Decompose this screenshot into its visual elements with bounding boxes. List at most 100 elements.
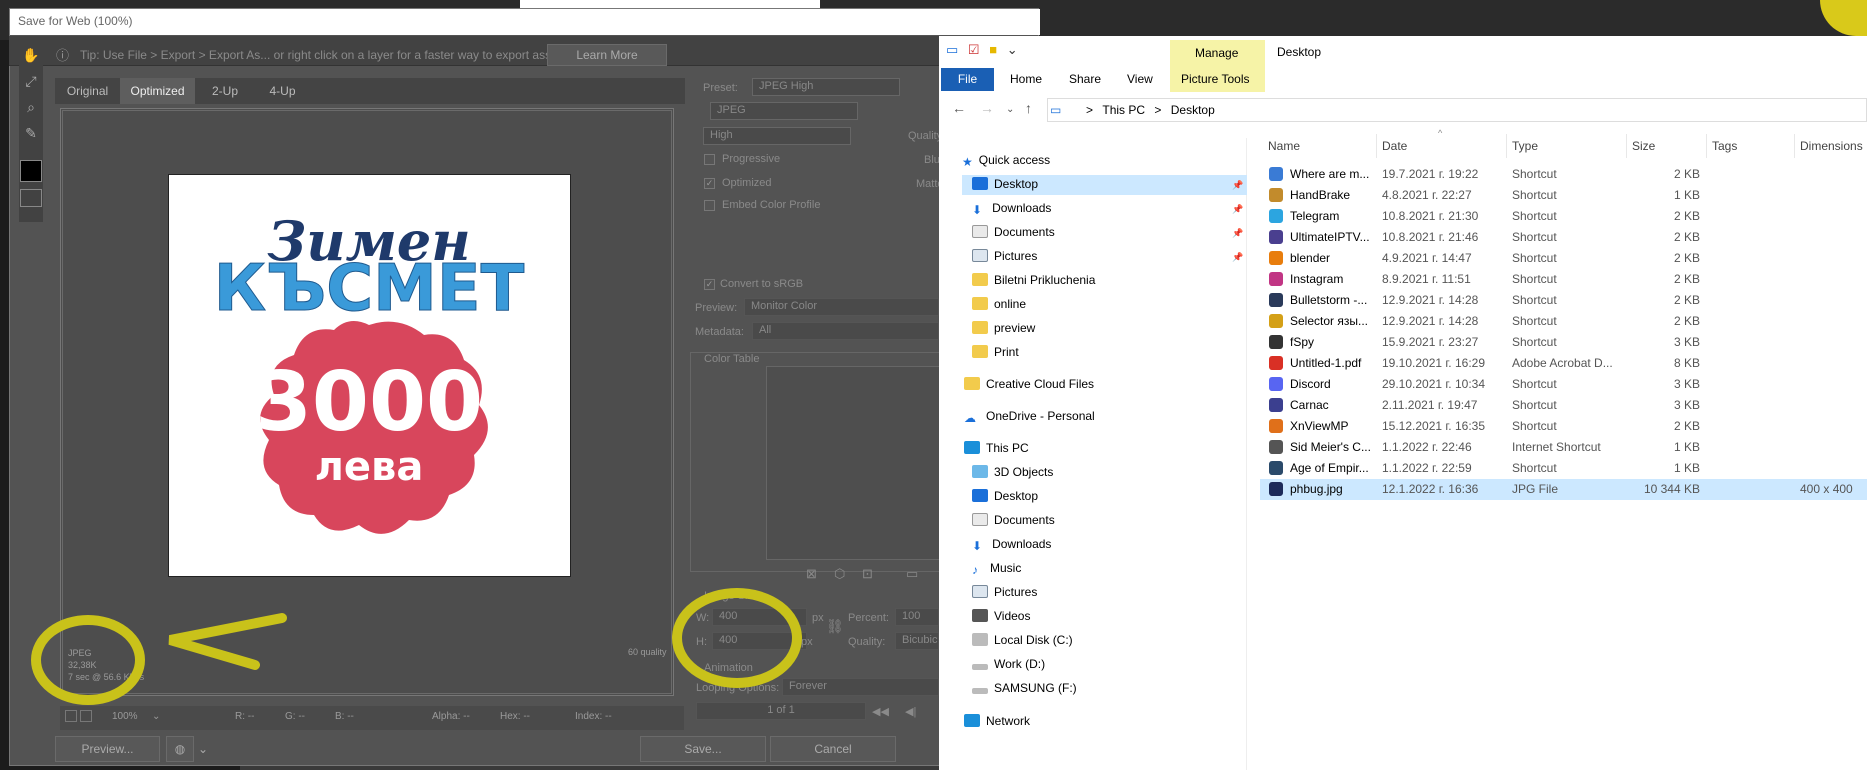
- up-arrow-icon[interactable]: ↑: [1025, 100, 1032, 116]
- nav-this-pc[interactable]: This PC: [964, 441, 1029, 455]
- browser-select-icon[interactable]: ◍: [166, 736, 194, 762]
- column-date[interactable]: Date: [1382, 139, 1407, 153]
- table-row[interactable]: Selector язы... 12.9.2021 г. 14:28 Shortcu…: [1260, 311, 1867, 332]
- nav-quick-access[interactable]: ★ Quick access: [962, 153, 1050, 169]
- table-row[interactable]: Where are m... 19.7.2021 г. 19:22 Shortcut…: [1260, 164, 1867, 185]
- height-input[interactable]: 400: [712, 632, 807, 650]
- zoom-in-icon[interactable]: [80, 710, 92, 722]
- table-row[interactable]: Age of Empir... 1.1.2022 г. 22:59 Shortcut…: [1260, 458, 1867, 479]
- nav-pc-desktop[interactable]: Desktop: [972, 489, 1038, 503]
- nav-samsung-drive[interactable]: SAMSUNG (F:): [972, 681, 1077, 695]
- percent-input[interactable]: 100: [895, 608, 939, 626]
- nav-downloads[interactable]: ⬇ Downloads: [972, 201, 1051, 217]
- preview-button[interactable]: Preview...: [55, 736, 160, 762]
- convert-srgb-checkbox[interactable]: ✓: [704, 279, 715, 290]
- prev-frame-icon[interactable]: ◀|: [905, 705, 916, 718]
- nav-work-drive[interactable]: Work (D:): [972, 657, 1045, 671]
- toggle-slices-icon[interactable]: [20, 189, 42, 207]
- nav-videos[interactable]: Videos: [972, 609, 1030, 623]
- tab-picture-tools[interactable]: Picture Tools: [1181, 72, 1249, 86]
- customize-toolbar-icon[interactable]: ⌄: [1007, 42, 1018, 57]
- tab-2up[interactable]: 2-Up: [195, 78, 255, 104]
- cancel-button[interactable]: Cancel: [770, 736, 896, 762]
- column-divider[interactable]: [1706, 134, 1707, 158]
- tab-file[interactable]: File: [941, 68, 994, 91]
- tab-optimized[interactable]: Optimized: [120, 78, 195, 104]
- nav-print[interactable]: Print: [972, 345, 1019, 359]
- pin-icon[interactable]: 📌: [1232, 228, 1243, 239]
- address-desktop[interactable]: Desktop: [1171, 103, 1215, 117]
- nav-pc-pictures[interactable]: Pictures: [972, 585, 1037, 599]
- address-path[interactable]: > This PC > Desktop: [1086, 103, 1215, 117]
- table-row[interactable]: Instagram 8.9.2021 г. 11:51 Shortcut 2 KB: [1260, 269, 1867, 290]
- quality-level-select[interactable]: High: [703, 127, 851, 145]
- nav-3d-objects[interactable]: 3D Objects: [972, 465, 1053, 479]
- new-color-icon[interactable]: ▭: [906, 566, 918, 582]
- column-type[interactable]: Type: [1512, 139, 1538, 153]
- table-row[interactable]: Untitled-1.pdf 19.10.2021 г. 16:29 Adobe A…: [1260, 353, 1867, 374]
- column-dimensions[interactable]: Dimensions: [1800, 139, 1863, 153]
- table-row[interactable]: Carnac 2.11.2021 г. 19:47 Shortcut 3 KB: [1260, 395, 1867, 416]
- nav-online[interactable]: online: [972, 297, 1026, 311]
- table-row[interactable]: UltimateIPTV... 10.8.2021 г. 21:46 Shortcu…: [1260, 227, 1867, 248]
- nav-creative-cloud[interactable]: Creative Cloud Files: [964, 377, 1094, 391]
- hand-tool-icon[interactable]: ✋: [22, 46, 40, 64]
- tab-original[interactable]: Original: [55, 78, 120, 104]
- format-select[interactable]: JPEG: [710, 102, 858, 120]
- new-folder-icon[interactable]: ■: [989, 42, 997, 57]
- nav-onedrive[interactable]: ☁ OneDrive - Personal: [964, 409, 1095, 425]
- nav-network[interactable]: Network: [964, 714, 1030, 728]
- first-frame-icon[interactable]: ◀◀: [872, 705, 889, 718]
- metadata-select[interactable]: All: [752, 322, 939, 340]
- pin-icon[interactable]: 📌: [1232, 252, 1243, 263]
- preset-select[interactable]: JPEG High: [752, 78, 900, 96]
- column-name[interactable]: Name: [1268, 139, 1300, 153]
- looping-select[interactable]: Forever: [782, 678, 939, 696]
- eyedropper-color-swatch[interactable]: [20, 160, 42, 182]
- eyedropper-tool-icon[interactable]: ✎: [22, 124, 40, 142]
- slice-select-tool-icon[interactable]: ⤢: [22, 72, 40, 90]
- progressive-checkbox[interactable]: [704, 154, 715, 165]
- table-row[interactable]: Discord 29.10.2021 г. 10:34 Shortcut 3 KB: [1260, 374, 1867, 395]
- table-row[interactable]: blender 4.9.2021 г. 14:47 Shortcut 2 KB: [1260, 248, 1867, 269]
- learn-more-button[interactable]: Learn More: [547, 44, 667, 66]
- recent-locations-icon[interactable]: ⌄: [1006, 104, 1014, 115]
- nav-preview[interactable]: preview: [972, 321, 1035, 335]
- nav-pc-downloads[interactable]: ⬇ Downloads: [972, 537, 1051, 553]
- nav-desktop[interactable]: Desktop: [972, 177, 1038, 191]
- table-row[interactable]: XnViewMP 15.12.2021 г. 16:35 Shortcut 2 KB: [1260, 416, 1867, 437]
- zoom-level[interactable]: 100%: [112, 711, 138, 722]
- zoom-dropdown-icon[interactable]: ⌄: [152, 711, 160, 722]
- column-size[interactable]: Size: [1632, 139, 1655, 153]
- pin-icon[interactable]: 📌: [1232, 204, 1243, 215]
- table-row[interactable]: phbug.jpg 12.1.2022 г. 16:36 JPG File 10 34…: [1260, 479, 1867, 500]
- table-row[interactable]: Telegram 10.8.2021 г. 21:30 Shortcut 2 KB: [1260, 206, 1867, 227]
- pin-icon[interactable]: 📌: [1232, 180, 1243, 191]
- link-proportions-icon[interactable]: ⛓: [826, 618, 844, 635]
- optimized-checkbox[interactable]: ✓: [704, 178, 715, 189]
- column-divider[interactable]: [1376, 134, 1377, 158]
- table-row[interactable]: fSpy 15.9.2021 г. 23:27 Shortcut 3 KB: [1260, 332, 1867, 353]
- embed-profile-checkbox[interactable]: [704, 200, 715, 211]
- nav-documents[interactable]: Documents: [972, 225, 1055, 239]
- column-divider[interactable]: [1794, 134, 1795, 158]
- forward-arrow-icon[interactable]: →: [980, 100, 994, 116]
- width-input[interactable]: 400: [712, 608, 807, 626]
- column-divider[interactable]: [1626, 134, 1627, 158]
- web-shift-icon[interactable]: ⬡: [834, 566, 845, 582]
- column-divider[interactable]: [1506, 134, 1507, 158]
- column-tags[interactable]: Tags: [1712, 139, 1737, 153]
- tab-share[interactable]: Share: [1069, 72, 1101, 86]
- lock-color-icon[interactable]: ⊡: [862, 566, 873, 582]
- map-color-icon[interactable]: ⊠: [806, 566, 817, 582]
- nav-music[interactable]: ♪ Music: [972, 561, 1021, 577]
- table-row[interactable]: Sid Meier's C... 1.1.2022 г. 22:46 Interne…: [1260, 437, 1867, 458]
- resample-quality-select[interactable]: Bicubic: [895, 632, 939, 650]
- properties-icon[interactable]: ☑: [968, 42, 980, 57]
- zoom-out-icon[interactable]: [65, 710, 77, 722]
- table-row[interactable]: Bulletstorm -... 12.9.2021 г. 14:28 Shortc…: [1260, 290, 1867, 311]
- tab-manage[interactable]: Manage: [1195, 46, 1238, 60]
- tab-4up[interactable]: 4-Up: [255, 78, 310, 104]
- save-button[interactable]: Save...: [640, 736, 766, 762]
- zoom-tool-icon[interactable]: ⌕: [22, 98, 40, 116]
